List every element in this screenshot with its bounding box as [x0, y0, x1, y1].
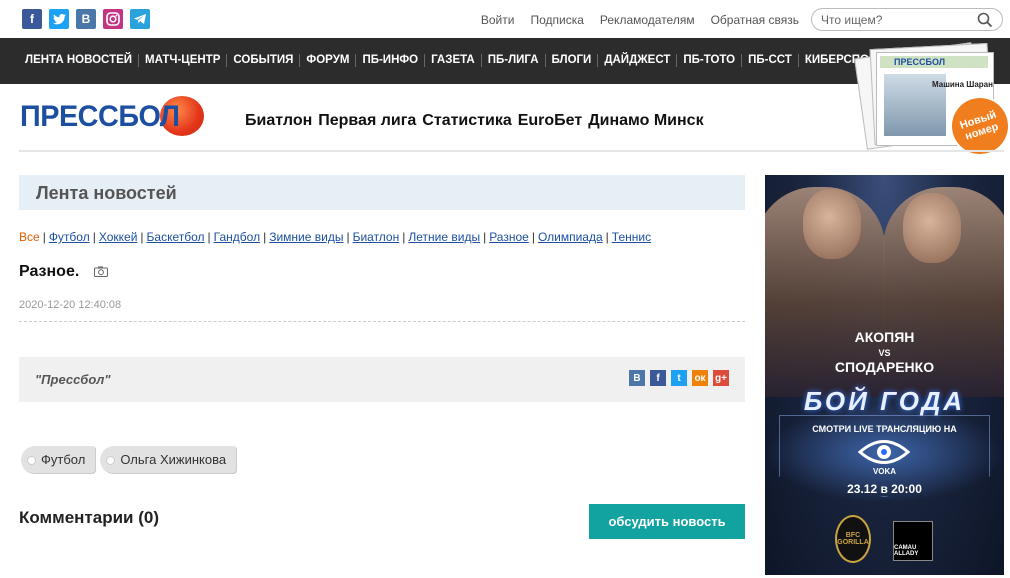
logo-text: ПРЕССБОЛ [20, 100, 180, 133]
nav-item[interactable]: ПБ-ИНФО [356, 54, 426, 67]
category-filter: Все | Футбол | Хоккей | Баскетбол | Гандбол | Зимн… [19, 230, 651, 244]
eye-icon [858, 440, 910, 464]
quick-link-statistics[interactable]: Статистика [422, 112, 511, 130]
category-separator: | [483, 230, 487, 244]
category-separator: | [207, 230, 211, 244]
category-link[interactable]: Зимние виды [269, 230, 343, 244]
article-title: Разное. [19, 263, 80, 280]
quick-link-first-league[interactable]: Первая лига [318, 112, 416, 130]
newspaper-promo[interactable]: ПРЕССБОЛ Машина Шаран Новый номер [850, 40, 1010, 162]
share-vk-icon[interactable]: В [629, 370, 645, 386]
share-facebook-icon[interactable]: f [650, 370, 666, 386]
nav-item[interactable]: ПБ-ССТ [742, 54, 799, 67]
nav-item[interactable]: ДАЙДЖЕСТ [598, 54, 678, 67]
paper-masthead: ПРЕССБОЛ [880, 56, 988, 68]
ad-fighter-2: СПОДАРЕНКО [834, 359, 935, 375]
ad-platform: VOKA [872, 467, 897, 476]
login-link[interactable]: Войти [481, 13, 515, 27]
fighter-left-head [803, 189, 861, 259]
nav-item[interactable]: ФОРУМ [300, 54, 357, 67]
nav-item[interactable]: МАТЧ-ЦЕНТР [139, 54, 228, 67]
twitter-icon[interactable] [49, 9, 69, 29]
nav-item[interactable]: ЛЕНТА НОВОСТЕЙ [19, 54, 140, 67]
category-link[interactable]: Олимпиада [538, 230, 603, 244]
dashed-divider [19, 321, 745, 322]
site-logo[interactable]: ПРЕССБОЛ [20, 94, 218, 138]
tag-football[interactable]: Футбол [21, 446, 97, 474]
category-separator: | [263, 230, 267, 244]
quick-link-biathlon[interactable]: Биатлон [245, 112, 312, 130]
category-separator: | [140, 230, 144, 244]
ad-headline: БОЙ ГОДА [803, 386, 966, 416]
ad-subline: СМОТРИ LIVE ТРАНСЛЯЦИЮ НА [812, 424, 957, 434]
camera-icon [94, 266, 108, 277]
category-link[interactable]: Биатлон [353, 230, 400, 244]
top-links: Войти Подписка Рекламодателям Обратная с… [481, 13, 799, 27]
ad-datetime: 23.12 в 20:00 [847, 482, 922, 496]
search-input[interactable] [821, 12, 971, 27]
category-link[interactable]: Гандбол [214, 230, 260, 244]
discuss-news-button[interactable]: обсудить новость [589, 504, 745, 539]
category-separator: | [605, 230, 609, 244]
nav-item[interactable]: ГАЗЕТА [425, 54, 482, 67]
feedback-link[interactable]: Обратная связь [711, 13, 799, 27]
top-bar: fВ Войти Подписка Рекламодателям Обратна… [0, 0, 1010, 38]
category-separator: | [42, 230, 46, 244]
quick-link-eurobet[interactable]: EuroБет [518, 112, 582, 130]
sponsor-logo-camau: CAMAU ALLADY [893, 521, 933, 561]
share-buttons: Вf t ок g+ [629, 370, 729, 386]
share-googleplus-icon[interactable]: g+ [713, 370, 729, 386]
section-header: Лента новостей [19, 175, 745, 210]
share-twitter-icon[interactable]: t [671, 370, 687, 386]
telegram-icon[interactable] [130, 9, 150, 29]
nav-items: ЛЕНТА НОВОСТЕЙ МАТЧ-ЦЕНТР СОБЫТИЯ ФОРУМ ПБ-И… [19, 54, 890, 67]
category-separator: | [402, 230, 406, 244]
category-link[interactable]: Все [19, 230, 40, 244]
fighter-right-head [903, 193, 961, 263]
category-separator: | [531, 230, 535, 244]
category-link[interactable]: Баскетбол [147, 230, 205, 244]
comments-title: Комментарии (0) [19, 508, 159, 527]
sponsor-logo-gorilla: BFC GORILLA [835, 515, 871, 563]
category-link[interactable]: Хоккей [99, 230, 138, 244]
category-separator: | [92, 230, 96, 244]
source-box: "Прессбол" Вf t ок g+ [19, 357, 745, 402]
ad-fighter-1: АКОПЯН [854, 329, 915, 345]
article-source: "Прессбол" [35, 372, 111, 387]
category-link[interactable]: Разное [489, 230, 529, 244]
section-title: Лента новостей [36, 183, 177, 203]
article-date: 2020-12-20 12:40:08 [19, 299, 122, 311]
quick-links: Биатлон Первая лига Статистика EuroБет Д… [245, 112, 704, 130]
share-odnoklassniki-icon[interactable]: ок [692, 370, 708, 386]
nav-item[interactable]: БЛОГИ [546, 54, 599, 67]
category-link[interactable]: Теннис [612, 230, 651, 244]
tag-person[interactable]: Ольга Хижинкова [100, 446, 238, 474]
advertisers-link[interactable]: Рекламодателям [600, 13, 695, 27]
nav-item[interactable]: ПБ-ЛИГА [482, 54, 546, 67]
search-icon[interactable] [977, 12, 993, 28]
header-divider [19, 150, 1004, 152]
paper-caption: Машина Шаран [932, 80, 993, 89]
search-box [811, 8, 1003, 31]
vkontakte-icon[interactable]: В [76, 9, 96, 29]
instagram-icon[interactable] [103, 9, 123, 29]
facebook-icon[interactable]: f [22, 9, 42, 29]
quick-link-dinamo-minsk[interactable]: Динамо Минск [588, 112, 703, 130]
category-link[interactable]: Летние виды [408, 230, 480, 244]
article-tags: Футбол Ольга Хижинкова [21, 446, 238, 474]
nav-item[interactable]: ПБ-ТОТО [677, 54, 743, 67]
nav-item[interactable]: СОБЫТИЯ [227, 54, 301, 67]
ad-banner[interactable]: АКОПЯН VS СПОДАРЕНКО БОЙ ГОДА СМОТРИ LIV… [765, 175, 1004, 575]
category-link[interactable]: Футбол [49, 230, 90, 244]
category-separator: | [346, 230, 350, 244]
ad-vs: VS [878, 348, 891, 358]
subscription-link[interactable]: Подписка [530, 13, 583, 27]
social-links: fВ [22, 9, 150, 29]
